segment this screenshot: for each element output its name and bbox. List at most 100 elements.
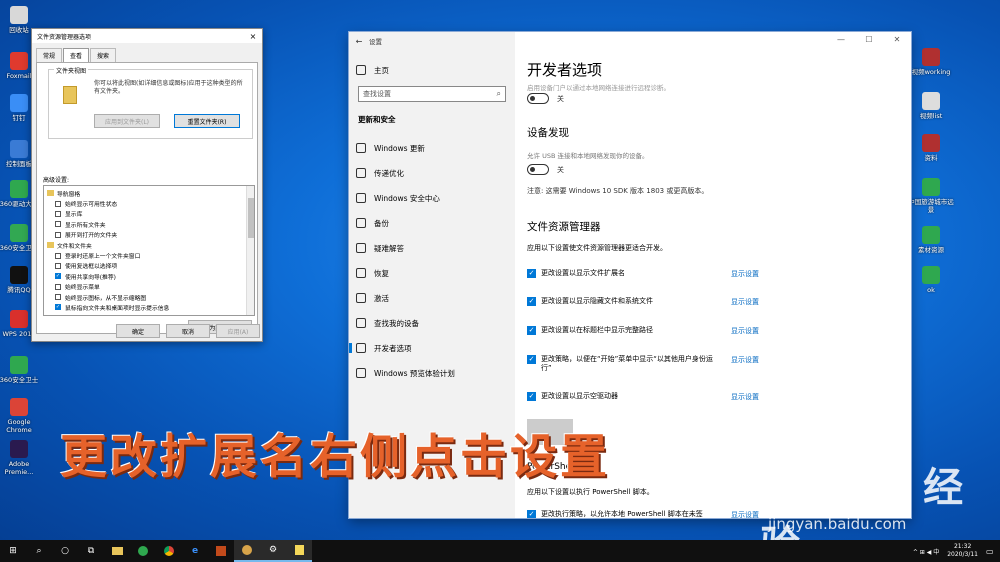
tree-checkbox-row[interactable]: 显示所有文件夹 (47, 219, 254, 229)
settings-search-input[interactable]: 查找设置 ⌕ (358, 86, 506, 102)
nav-item[interactable]: 激活 (349, 289, 515, 307)
show-settings-link[interactable]: 显示设置 (731, 326, 759, 336)
clock[interactable]: 21:32 2020/3/11 (947, 543, 978, 559)
checkbox-checked-icon[interactable]: ✓ (527, 510, 536, 518)
tab-view[interactable]: 查看 (63, 48, 90, 62)
checkbox-icon[interactable] (55, 262, 61, 269)
close-icon[interactable]: × (244, 32, 262, 41)
tree-checkbox-row[interactable]: 展开到打开的文件夹 (47, 230, 254, 240)
checkbox-checked-icon[interactable]: ✓ (55, 304, 61, 311)
checkbox-checked-icon[interactable]: ✓ (527, 392, 536, 401)
device-portal-desc: 启用设备门户以通过本地网络连接进行远程诊断。 (527, 84, 670, 92)
checkbox-checked-icon[interactable]: ✓ (55, 314, 61, 315)
desktop-icon[interactable]: 360安全卫士 (0, 356, 44, 384)
360-browser-icon[interactable] (130, 540, 156, 562)
recording-app-icon[interactable] (234, 540, 260, 562)
app-icon (10, 6, 28, 24)
settings-gear-icon[interactable]: ⚙ (260, 540, 286, 562)
notification-icon[interactable]: ▭ (986, 547, 1000, 556)
tab-general[interactable]: 常规 (36, 48, 63, 62)
show-settings-link[interactable]: 显示设置 (731, 297, 759, 307)
show-settings-link[interactable]: 显示设置 (731, 355, 759, 365)
checkbox-checked-icon[interactable]: ✓ (527, 297, 536, 306)
tree-checkbox-row[interactable]: 始终显示图标，从不显示缩略图 (47, 292, 254, 302)
desktop-icon[interactable]: ok (906, 266, 956, 294)
nav-item[interactable]: 恢复 (349, 264, 515, 282)
nav-home[interactable]: 主页 (349, 61, 515, 79)
tree-checkbox-row[interactable]: ✓ 鼠标指向文件夹和桌面项时显示提示信息 (47, 302, 254, 312)
show-settings-link[interactable]: 显示设置 (731, 269, 759, 279)
app-icon[interactable] (208, 540, 234, 562)
checkbox-icon[interactable] (55, 283, 61, 290)
tree-checkbox-row[interactable]: 使用复选框以选择项 (47, 261, 254, 271)
checkbox-checked-icon[interactable]: ✓ (527, 355, 536, 364)
checkbox-icon[interactable] (55, 200, 61, 207)
cortana-icon[interactable]: ○ (52, 540, 78, 562)
nav-item[interactable]: 传递优化 (349, 164, 515, 182)
back-arrow-icon[interactable]: ← (349, 37, 369, 46)
minimize-icon[interactable]: — (827, 32, 855, 48)
explorer-option-label: 更改设置以在标题栏中显示完整路径 (541, 326, 653, 334)
nav-item[interactable]: 查找我的设备 (349, 314, 515, 332)
close-window-icon[interactable]: ✕ (883, 32, 911, 48)
tree-option-label: 登录时还原上一个文件夹窗口 (65, 254, 141, 261)
notes-icon[interactable] (286, 540, 312, 562)
advanced-settings-tree[interactable]: 导航窗格 始终显示可用性状态 显示库 显示所有文件夹 展开到打开的文件夹 文件和… (43, 185, 255, 316)
tab-search[interactable]: 搜索 (90, 48, 117, 62)
tree-checkbox-row[interactable]: 登录时还原上一个文件夹窗口 (47, 250, 254, 260)
checkbox-icon[interactable] (55, 210, 61, 217)
dialog-titlebar: 文件资源管理器选项 × (32, 29, 262, 43)
checkbox-icon[interactable] (55, 294, 61, 301)
desktop-icon[interactable]: 资料 (906, 134, 956, 162)
tree-checkbox-row[interactable]: ✓ 使用共享向导(推荐) (47, 271, 254, 281)
nav-item[interactable]: Windows 预览体验计划 (349, 364, 515, 382)
task-view-icon[interactable]: ⧉ (78, 540, 104, 562)
desktop-icon[interactable]: 中国旅游城市远景 (906, 178, 956, 214)
checkbox-icon[interactable] (55, 231, 61, 238)
maximize-icon[interactable]: ☐ (855, 32, 883, 48)
apply-button[interactable]: 应用(A) (216, 324, 260, 338)
tree-checkbox-row[interactable]: 始终显示可用性状态 (47, 198, 254, 208)
start-button[interactable]: ⊞ (0, 540, 26, 562)
checkbox-icon[interactable] (55, 252, 61, 259)
checkbox-checked-icon[interactable]: ✓ (527, 326, 536, 335)
tree-checkbox-row[interactable]: 显示库 (47, 209, 254, 219)
tree-checkbox-row[interactable]: ✓ 显示驱动器号 (47, 313, 254, 315)
desktop-icon[interactable]: 视频working (906, 48, 956, 76)
nav-item-label: Windows 更新 (374, 143, 425, 153)
search-icon[interactable]: ⌕ (26, 540, 52, 562)
nav-item[interactable]: 备份 (349, 214, 515, 232)
tree-scrollbar[interactable] (246, 186, 254, 315)
cancel-button[interactable]: 取消 (166, 324, 210, 338)
chrome-icon[interactable] (156, 540, 182, 562)
tree-checkbox-row[interactable]: 始终显示菜单 (47, 282, 254, 292)
apply-to-folders-button[interactable]: 应用到文件夹(L) (94, 114, 160, 128)
scrollbar-thumb[interactable] (248, 198, 254, 238)
search-icon[interactable]: ⌕ (497, 89, 501, 99)
powershell-show-settings-link[interactable]: 显示设置 (731, 510, 759, 518)
device-portal-toggle[interactable] (527, 93, 549, 104)
device-discovery-toggle[interactable] (527, 164, 549, 175)
nav-item[interactable]: 开发者选项 (349, 339, 515, 357)
explorer-option[interactable]: ✓ 更改策略，以便在“开始”菜单中显示“以其他用户身份运行” (527, 355, 717, 373)
reset-folders-button[interactable]: 重置文件夹(R) (174, 114, 240, 128)
tree-folder-row: 文件和文件夹 (47, 240, 254, 250)
desktop-icon[interactable]: Adobe Premie... (0, 440, 44, 476)
desktop-icon[interactable]: 素材资源 (906, 226, 956, 254)
tray-icons[interactable]: ^ ⊞ ◀ 中 (913, 547, 939, 556)
desktop-icon[interactable]: 视频list (906, 92, 956, 120)
edge-icon[interactable]: e (182, 540, 208, 562)
nav-item[interactable]: Windows 更新 (349, 139, 515, 157)
ok-button[interactable]: 确定 (116, 324, 160, 338)
file-explorer-taskbar-icon[interactable] (104, 540, 130, 562)
sdk-note: 注意: 这需要 Windows 10 SDK 版本 1803 或更高版本。 (527, 187, 709, 195)
desktop-icon[interactable]: Google Chrome (0, 398, 44, 434)
desktop-icon-label: 视频working (911, 68, 951, 76)
delivery-icon (356, 168, 366, 178)
checkbox-checked-icon[interactable]: ✓ (55, 273, 61, 280)
checkbox-checked-icon[interactable]: ✓ (527, 269, 536, 278)
checkbox-icon[interactable] (55, 221, 61, 228)
nav-item[interactable]: Windows 安全中心 (349, 189, 515, 207)
show-settings-link[interactable]: 显示设置 (731, 392, 759, 402)
nav-item[interactable]: 疑难解答 (349, 239, 515, 257)
